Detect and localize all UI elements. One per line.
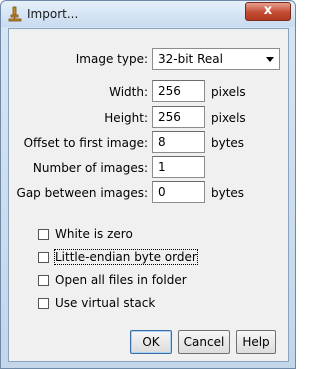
checkbox-label: Use virtual stack	[55, 296, 156, 310]
checkbox-box[interactable]	[38, 229, 49, 240]
close-icon: x	[263, 3, 273, 18]
dialog-content: Image type: 32-bit Real Width: 256 pixel…	[8, 28, 289, 362]
ok-button[interactable]: OK	[130, 330, 172, 354]
import-dialog: Import... x Image type: 32-bit Real Widt…	[0, 0, 296, 369]
height-field[interactable]: 256	[152, 106, 205, 128]
title-bar[interactable]: Import... x	[1, 1, 295, 27]
gap-field[interactable]: 0	[152, 181, 205, 203]
offset-label: Offset to first image:	[23, 136, 148, 150]
offset-field[interactable]: 8	[152, 131, 205, 153]
image-type-value: 32-bit Real	[158, 52, 223, 66]
chevron-down-icon	[266, 57, 274, 62]
gap-unit: bytes	[211, 186, 245, 200]
checkbox-label: Open all files in folder	[55, 273, 187, 287]
number-of-images-label: Number of images:	[32, 161, 148, 175]
microscope-icon	[8, 6, 22, 22]
offset-unit: bytes	[211, 136, 245, 150]
cancel-button[interactable]: Cancel	[178, 330, 230, 354]
gap-label: Gap between images:	[16, 186, 148, 200]
number-of-images-field[interactable]: 1	[152, 156, 205, 178]
width-unit: pixels	[211, 85, 246, 99]
checkbox-label: Little-endian byte order	[54, 249, 198, 265]
close-button[interactable]: x	[245, 2, 291, 21]
image-type-label: Image type:	[75, 52, 148, 66]
window-title: Import...	[27, 7, 79, 21]
checkbox-box[interactable]	[38, 298, 49, 309]
checkbox-box[interactable]	[38, 252, 49, 263]
height-unit: pixels	[211, 111, 246, 125]
checkbox-box[interactable]	[38, 275, 49, 286]
height-label: Height:	[104, 111, 148, 125]
image-type-select[interactable]: 32-bit Real	[152, 48, 280, 70]
help-button[interactable]: Help	[236, 330, 276, 354]
width-label: Width:	[109, 85, 148, 99]
checkbox-label: White is zero	[55, 227, 133, 241]
width-field[interactable]: 256	[152, 80, 205, 102]
